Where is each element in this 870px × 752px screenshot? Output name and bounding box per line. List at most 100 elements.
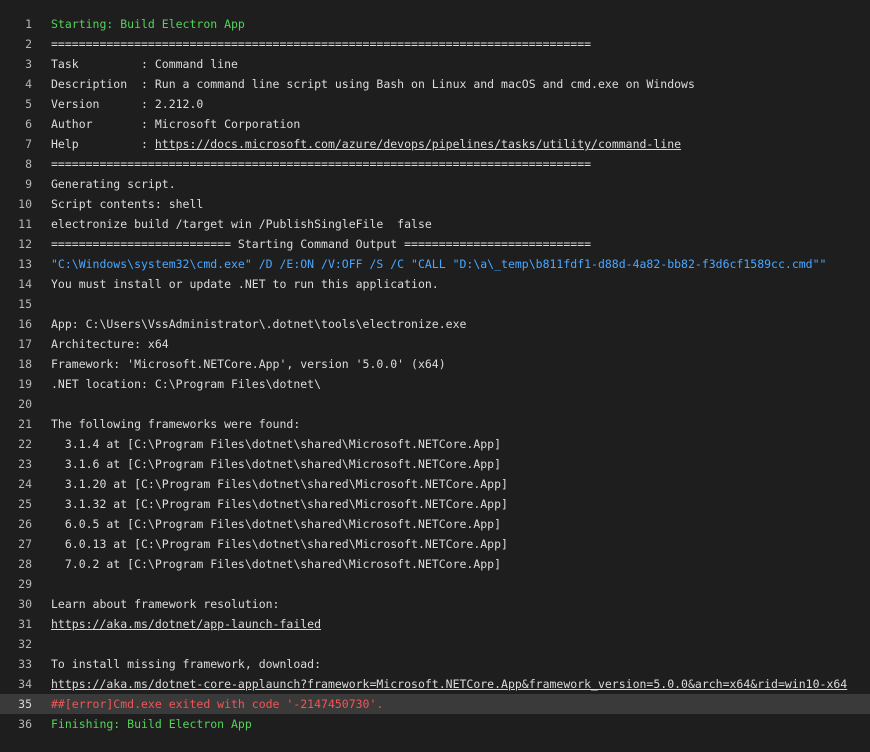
log-line-text: 6.0.5 at [C:\Program Files\dotnet\shared… (51, 514, 870, 534)
line-number: 16 (18, 317, 32, 331)
log-line-text: Generating script. (51, 174, 870, 194)
log-line[interactable]: 8 =======================================… (0, 154, 870, 174)
log-text: 6.0.5 at [C:\Program Files\dotnet\shared… (51, 517, 502, 531)
line-number: 4 (25, 77, 32, 91)
log-line[interactable]: 14 You must install or update .NET to run… (0, 274, 870, 294)
line-number: 21 (18, 417, 32, 431)
log-line-text: To install missing framework, download: (51, 654, 870, 674)
log-text: 3.1.6 at [C:\Program Files\dotnet\shared… (51, 457, 502, 471)
line-number: 29 (18, 577, 32, 591)
log-line[interactable]: 11 electronize build /target win /Publish… (0, 214, 870, 234)
line-number: 8 (25, 157, 32, 171)
log-line[interactable]: 3 Task : Command line (0, 54, 870, 74)
log-line-text: Author : Microsoft Corporation (51, 114, 870, 134)
log-text: ========================== Starting Comm… (51, 237, 592, 251)
log-line[interactable]: 32 (0, 634, 870, 654)
log-line-text: ========================================… (51, 154, 870, 174)
log-line[interactable]: 25 3.1.32 at [C:\Program Files\dotnet\sh… (0, 494, 870, 514)
log-line[interactable]: 17 Architecture: x64 (0, 334, 870, 354)
log-line[interactable]: 28 7.0.2 at [C:\Program Files\dotnet\sha… (0, 554, 870, 574)
log-text: The following frameworks were found: (51, 417, 301, 431)
log-line[interactable]: 21 The following frameworks were found: (0, 414, 870, 434)
log-line-text (51, 394, 870, 414)
log-line[interactable]: 31 https://aka.ms/dotnet/app-launch-faile… (0, 614, 870, 634)
log-line[interactable]: 16 App: C:\Users\VssAdministrator\.dotnet… (0, 314, 870, 334)
log-line[interactable]: 7 Help : https://docs.microsoft.com/azure… (0, 134, 870, 154)
log-line-text: Architecture: x64 (51, 334, 870, 354)
line-number: 36 (18, 717, 32, 731)
log-line[interactable]: 29 (0, 574, 870, 594)
log-line[interactable]: 36 Finishing: Build Electron App (0, 714, 870, 734)
log-line-text: Starting: Build Electron App (51, 14, 870, 34)
log-text: electronize build /target win /PublishSi… (51, 217, 432, 231)
line-number: 30 (18, 597, 32, 611)
log-line[interactable]: 22 3.1.4 at [C:\Program Files\dotnet\sha… (0, 434, 870, 454)
log-text: Help : (51, 137, 155, 151)
log-line-text: Help : https://docs.microsoft.com/azure/… (51, 134, 870, 154)
log-text: 3.1.20 at [C:\Program Files\dotnet\share… (51, 477, 508, 491)
log-text: Description : Run a command line script … (51, 77, 695, 91)
log-line-text: Description : Run a command line script … (51, 74, 870, 94)
log-link[interactable]: https://aka.ms/dotnet-core-applaunch?fra… (51, 677, 847, 691)
line-number: 35 (18, 697, 32, 711)
line-number: 14 (18, 277, 32, 291)
log-line-text: .NET location: C:\Program Files\dotnet\ (51, 374, 870, 394)
log-line-text: ##[error]Cmd.exe exited with code '-2147… (51, 694, 870, 714)
line-number: 19 (18, 377, 32, 391)
log-text: Author : Microsoft Corporation (51, 117, 301, 131)
line-number: 3 (25, 57, 32, 71)
line-number: 9 (25, 177, 32, 191)
log-line[interactable]: 24 3.1.20 at [C:\Program Files\dotnet\sh… (0, 474, 870, 494)
log-line[interactable]: 18 Framework: 'Microsoft.NETCore.App', ve… (0, 354, 870, 374)
log-text: Finishing: Build Electron App (51, 717, 252, 731)
line-number: 15 (18, 297, 32, 311)
log-line-text: "C:\Windows\system32\cmd.exe" /D /E:ON /… (51, 254, 870, 274)
log-line-text: 6.0.13 at [C:\Program Files\dotnet\share… (51, 534, 870, 554)
log-line-text: ========================================… (51, 34, 870, 54)
log-line[interactable]: 1 Starting: Build Electron App (0, 14, 870, 34)
line-number: 33 (18, 657, 32, 671)
log-line[interactable]: 2 =======================================… (0, 34, 870, 54)
log-line[interactable]: 19 .NET location: C:\Program Files\dotnet… (0, 374, 870, 394)
log-line[interactable]: 13 "C:\Windows\system32\cmd.exe" /D /E:ON… (0, 254, 870, 274)
log-text: 3.1.4 at [C:\Program Files\dotnet\shared… (51, 437, 502, 451)
log-line-text: 3.1.32 at [C:\Program Files\dotnet\share… (51, 494, 870, 514)
log-line[interactable]: 33 To install missing framework, download… (0, 654, 870, 674)
log-line[interactable]: 4 Description : Run a command line script… (0, 74, 870, 94)
line-number: 28 (18, 557, 32, 571)
line-number: 31 (18, 617, 32, 631)
log-line[interactable]: 9 Generating script. (0, 174, 870, 194)
line-number: 25 (18, 497, 32, 511)
log-line-text: Task : Command line (51, 54, 870, 74)
log-line[interactable]: 10 Script contents: shell (0, 194, 870, 214)
log-line[interactable]: 30 Learn about framework resolution: (0, 594, 870, 614)
log-line[interactable]: 12 ========================== Starting Co… (0, 234, 870, 254)
line-number: 6 (25, 117, 32, 131)
log-line[interactable]: 20 (0, 394, 870, 414)
log-text: 6.0.13 at [C:\Program Files\dotnet\share… (51, 537, 508, 551)
log-line[interactable]: 23 3.1.6 at [C:\Program Files\dotnet\sha… (0, 454, 870, 474)
line-number: 17 (18, 337, 32, 351)
log-line[interactable]: 6 Author : Microsoft Corporation (0, 114, 870, 134)
log-line-error[interactable]: 35 ##[error]Cmd.exe exited with code '-21… (0, 694, 870, 714)
log-line[interactable]: 5 Version : 2.212.0 (0, 94, 870, 114)
line-number: 23 (18, 457, 32, 471)
log-line[interactable]: 15 (0, 294, 870, 314)
log-text: Script contents: shell (51, 197, 204, 211)
log-line-text: 3.1.20 at [C:\Program Files\dotnet\share… (51, 474, 870, 494)
log-line-text: ========================== Starting Comm… (51, 234, 870, 254)
log-text: "C:\Windows\system32\cmd.exe" /D /E:ON /… (51, 257, 827, 271)
log-line[interactable]: 34 https://aka.ms/dotnet-core-applaunch?f… (0, 674, 870, 694)
log-line[interactable]: 27 6.0.13 at [C:\Program Files\dotnet\sh… (0, 534, 870, 554)
log-line-text: electronize build /target win /PublishSi… (51, 214, 870, 234)
log-line[interactable]: 26 6.0.5 at [C:\Program Files\dotnet\sha… (0, 514, 870, 534)
log-link[interactable]: https://aka.ms/dotnet/app-launch-failed (51, 617, 321, 631)
log-line-text (51, 574, 870, 594)
log-text: 3.1.32 at [C:\Program Files\dotnet\share… (51, 497, 508, 511)
log-link[interactable]: https://docs.microsoft.com/azure/devops/… (155, 137, 681, 151)
log-line-text (51, 294, 870, 314)
log-line-text: Framework: 'Microsoft.NETCore.App', vers… (51, 354, 870, 374)
line-number: 13 (18, 257, 32, 271)
line-number: 2 (25, 37, 32, 51)
log-text: Learn about framework resolution: (51, 597, 280, 611)
